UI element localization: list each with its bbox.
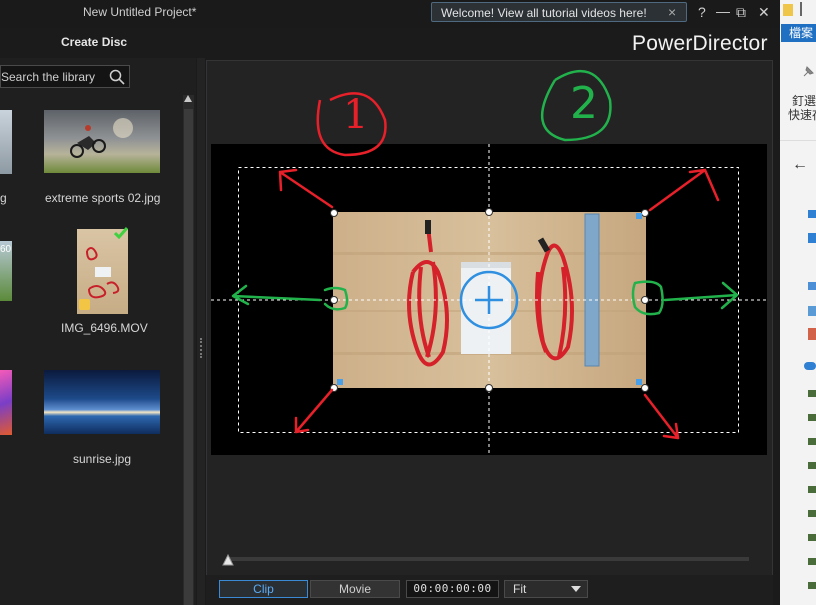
library-thumb-sunrise[interactable]: [44, 370, 160, 434]
tree-icon: [808, 233, 816, 243]
restore-button[interactable]: ⧉: [736, 4, 746, 21]
panel-splitter[interactable]: [197, 58, 205, 605]
timecode-field[interactable]: 00:00:00:00: [406, 580, 499, 598]
zoom-fit-value: Fit: [513, 582, 527, 596]
library-caption-sunrise: sunrise.jpg: [73, 452, 132, 466]
create-disc-tab[interactable]: Create Disc: [61, 35, 127, 49]
library-scrollbar[interactable]: [183, 95, 194, 605]
media-library-panel: g 60 extreme sports 02.jpg IMG_6496.MOV …: [0, 58, 196, 605]
cloud-icon: [804, 362, 816, 370]
movie-mode-button[interactable]: Movie: [310, 580, 400, 598]
separator: [800, 2, 802, 16]
welcome-tutorial-link[interactable]: Welcome! View all tutorial videos here!: [441, 6, 647, 20]
annotation-number-1: 1: [343, 92, 369, 138]
library-caption-extreme-sports: extreme sports 02.jpg: [45, 191, 161, 205]
checkmark-icon: [114, 227, 128, 239]
splitter-grip-icon[interactable]: [200, 338, 204, 358]
chevron-down-icon[interactable]: [571, 586, 581, 592]
help-button[interactable]: ?: [698, 4, 706, 20]
back-arrow-icon[interactable]: ←: [792, 156, 808, 174]
close-button[interactable]: ✕: [758, 4, 770, 21]
folder-icon: [783, 4, 793, 16]
clip-image-on-canvas[interactable]: [333, 212, 646, 388]
app-brand: PowerDirector: [632, 32, 768, 55]
zoom-fit-dropdown[interactable]: Fit: [504, 580, 588, 598]
tree-icon: [808, 328, 816, 340]
tree-icon: [808, 210, 816, 218]
library-thumb-extreme-sports[interactable]: [44, 110, 160, 173]
search-icon[interactable]: [109, 69, 125, 85]
background-window: 釘選 快速存 ←: [780, 0, 816, 605]
pin-icon[interactable]: [802, 64, 816, 78]
library-search-input[interactable]: Search the library: [1, 70, 95, 84]
library-thumb-partial[interactable]: [0, 370, 12, 435]
scroll-up-arrow-icon[interactable]: [184, 95, 192, 102]
video-clip-icon: [79, 299, 90, 310]
minimize-button[interactable]: —: [716, 3, 730, 19]
library-thumb-partial[interactable]: [0, 110, 12, 174]
library-caption-img-6496: IMG_6496.MOV: [61, 321, 148, 335]
separator: [780, 140, 816, 141]
tree-icon: [808, 282, 816, 290]
user-icon-list: [808, 390, 816, 595]
playback-slider-track[interactable]: [226, 557, 749, 561]
library-search-box[interactable]: Search the library: [0, 65, 130, 88]
welcome-tutorial-banner[interactable]: Welcome! View all tutorial videos here! …: [431, 2, 687, 22]
welcome-close-icon[interactable]: ×: [668, 4, 676, 20]
library-caption-partial: g: [0, 191, 7, 205]
tree-icon: [808, 306, 816, 316]
playback-slider-handle[interactable]: [222, 554, 234, 567]
annotation-number-2: 2: [570, 78, 598, 129]
pin-quick-access-label-2: 快速存: [788, 108, 816, 122]
library-scroll-thumb[interactable]: [184, 109, 193, 605]
file-tab[interactable]: 檔案: [781, 24, 816, 42]
project-title: New Untitled Project*: [83, 5, 197, 19]
library-thumb-img-6496[interactable]: [77, 227, 128, 314]
library-badge-partial: 60: [0, 244, 12, 255]
clip-mode-button[interactable]: Clip: [219, 580, 308, 598]
